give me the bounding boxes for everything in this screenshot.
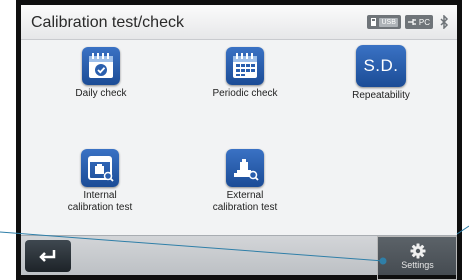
internal-calibration-test-label: Internal calibration test (68, 190, 132, 214)
internal-calibration-test-button[interactable]: Internal calibration test (48, 149, 152, 214)
repeatability-label: Repeatability (352, 90, 410, 101)
calendar-check-icon (82, 47, 120, 85)
return-arrow-icon (39, 250, 56, 262)
internal-label-line1: Internal (83, 190, 117, 201)
periodic-check-label: Periodic check (212, 88, 278, 99)
daily-check-button[interactable]: Daily check (58, 47, 144, 100)
pc-label: PC (418, 17, 430, 27)
repeatability-button[interactable]: S.D. Repeatability (338, 45, 424, 102)
internal-label-line2: calibration test (67, 202, 133, 213)
periodic-check-button[interactable]: Periodic check (202, 47, 288, 100)
external-calibration-test-button[interactable]: External calibration test (193, 149, 297, 214)
external-calibration-test-label: External calibration test (213, 190, 277, 214)
bluetooth-icon (437, 15, 451, 29)
settings-highlight-frame (377, 236, 457, 280)
touch-screen: Calibration test/check USB PC Daily chec… (21, 5, 457, 275)
calendar-grid-icon (226, 47, 264, 85)
external-weight-icon (226, 149, 264, 187)
usb-memory-icon (371, 18, 377, 26)
back-button[interactable] (25, 240, 71, 272)
header-bar: Calibration test/check USB PC (21, 5, 457, 40)
status-indicators: USB PC (367, 14, 451, 30)
usb-status-icon: USB (367, 15, 401, 29)
sd-icon-text: S.D. (363, 56, 399, 75)
external-label-line2: calibration test (212, 202, 278, 213)
pc-connection-icon: PC (404, 15, 433, 29)
internal-weight-icon (81, 149, 119, 187)
plug-icon (407, 19, 416, 25)
page-title: Calibration test/check (31, 14, 184, 31)
external-label-line1: External (226, 190, 264, 201)
usb-label: USB (379, 17, 398, 27)
standard-deviation-icon: S.D. (356, 45, 406, 87)
daily-check-label: Daily check (75, 88, 127, 99)
